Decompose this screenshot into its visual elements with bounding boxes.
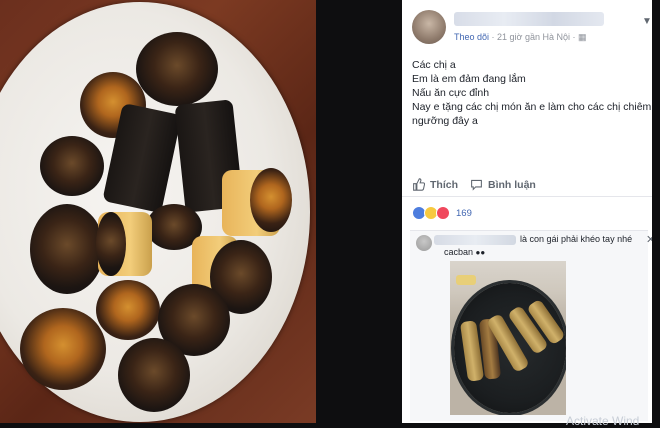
friends-icon: ▦ xyxy=(578,32,587,42)
post-actions: Thích Bình luận xyxy=(412,176,644,194)
comment-photo[interactable] xyxy=(450,261,566,415)
commenter-name-blurred[interactable] xyxy=(434,235,516,245)
post-line: Em là em đảm đang lắm xyxy=(412,73,526,85)
post-meta: Theo dõi · 21 giờ gần Hà Nội · ▦ xyxy=(454,32,587,43)
background-gap xyxy=(316,0,402,423)
commenter-avatar[interactable] xyxy=(416,235,432,251)
comment-item: là con gái phải khéo tay nhé cacban ●● ✕ xyxy=(410,230,655,421)
post-line: ngưỡng đây a xyxy=(412,115,478,127)
post-panel: Theo dõi · 21 giờ gần Hà Nội · ▦ ▼ Các c… xyxy=(402,0,655,423)
activate-windows-watermark: Activate Wind xyxy=(566,414,640,428)
comment-text: cacban ●● xyxy=(444,247,485,257)
author-name-blurred[interactable] xyxy=(454,12,604,26)
comment-tag: cacban xyxy=(444,247,474,257)
background-gap xyxy=(652,0,660,423)
food-slice xyxy=(250,168,292,232)
comment-icon xyxy=(471,179,482,191)
thumbs-up-icon xyxy=(413,178,425,191)
comment-button[interactable]: Bình luận xyxy=(470,178,536,191)
food-slice xyxy=(40,136,104,196)
food-slice xyxy=(96,212,126,276)
follow-link[interactable]: Theo dõi xyxy=(454,32,489,42)
comment-label: Bình luận xyxy=(488,178,536,191)
like-label: Thích xyxy=(430,178,458,191)
food-slice xyxy=(118,338,190,412)
reactions-summary[interactable]: 169 xyxy=(412,206,472,220)
reaction-count[interactable]: 169 xyxy=(456,208,472,219)
post-line: Nay e tặng các chị món ăn e làm cho các … xyxy=(412,101,652,113)
post-line: Các chị a xyxy=(412,59,456,71)
food-slice xyxy=(96,280,160,340)
post-text: Các chị a Em là em đảm đang lắm Nấu ăn c… xyxy=(412,58,652,128)
divider xyxy=(402,196,652,197)
food-slice xyxy=(20,308,106,390)
comment-text: là con gái phải khéo tay nhé xyxy=(520,234,633,244)
food-slice xyxy=(30,204,104,294)
emoji-icon: ●● xyxy=(475,248,486,257)
like-button[interactable]: Thích xyxy=(412,178,458,191)
pan-handle xyxy=(456,275,476,285)
post-photo[interactable] xyxy=(0,0,316,423)
post-time[interactable]: · 21 giờ gần Hà Nội · xyxy=(492,32,576,42)
love-reaction-icon xyxy=(436,206,450,220)
post-line: Nấu ăn cực đỉnh xyxy=(412,87,490,99)
post-header: Theo dõi · 21 giờ gần Hà Nội · ▦ ▼ xyxy=(408,6,652,44)
avatar[interactable] xyxy=(412,10,446,44)
food-slice xyxy=(136,32,218,106)
chevron-down-icon[interactable]: ▼ xyxy=(642,16,652,27)
